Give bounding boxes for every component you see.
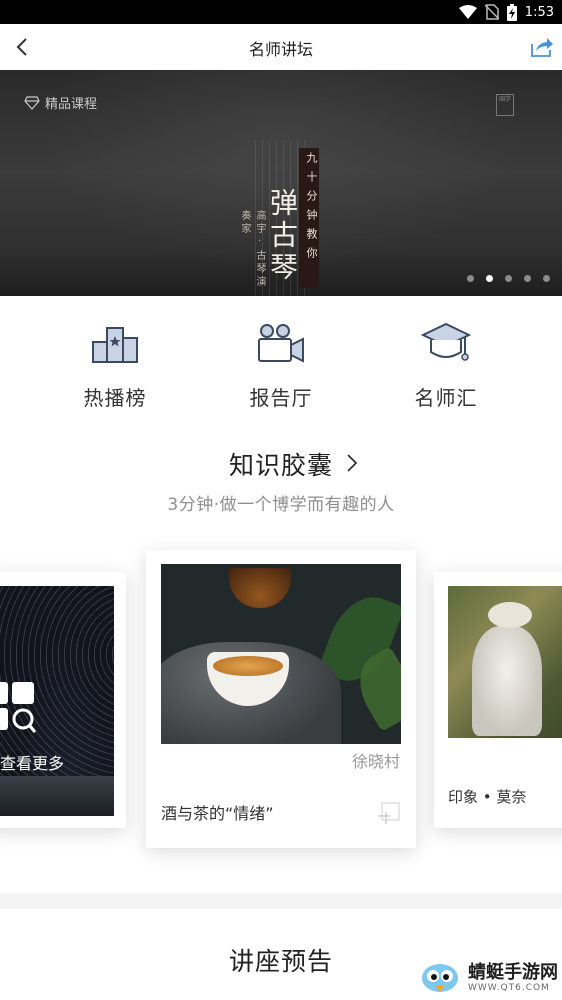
page-title: 名师讲坛 (248, 40, 313, 59)
share-button[interactable] (530, 36, 554, 58)
diamond-icon (24, 95, 40, 110)
status-icons: 1:53 (458, 3, 554, 21)
banner-presenter: 高宇·古琴演奏家 (239, 210, 265, 289)
entry-hot-list[interactable]: 热播榜 (55, 320, 175, 420)
banner-title: 弹古琴 (266, 188, 299, 284)
carousel-dot[interactable] (505, 275, 512, 282)
card-author: 徐晓村 (351, 752, 400, 771)
capsule-card-tea[interactable]: 徐晓村 酒与茶的“情绪” (146, 550, 416, 848)
dragonfly-mascot-icon (422, 964, 458, 992)
entry-hot-list-label: 热播榜 (83, 386, 147, 410)
status-bar: 1:53 (0, 0, 562, 24)
watermark-url: WWW.QT6.COM (468, 983, 550, 993)
nav-bar: 名师讲坛 (0, 24, 562, 70)
premium-badge-label: 精品课程 (45, 97, 98, 112)
carousel-dot[interactable] (543, 275, 550, 282)
section-title-knowledge[interactable]: 知识胶囊 (0, 446, 562, 482)
section-divider (0, 893, 562, 909)
entry-lecture-hall[interactable]: 报告厅 (221, 320, 341, 420)
card-title: 印象 • 莫奈 (448, 788, 527, 806)
watermark-name: 蜻蜓手游网 (468, 962, 558, 983)
quick-entries: 热播榜 报告厅 名师汇 (0, 320, 562, 420)
card-title: 酒与茶的“情绪” (161, 804, 274, 823)
wifi-icon (458, 5, 477, 19)
carousel-indicator (467, 275, 550, 282)
share-icon (531, 38, 553, 57)
entry-lecture-hall-label: 报告厅 (249, 386, 313, 410)
seal-logo: 国学 (496, 94, 514, 116)
grid-search-icon (0, 682, 37, 733)
banner-carousel[interactable]: 精品课程 国学 九十分钟教你 弹古琴 高宇·古琴演奏家 (0, 70, 562, 296)
carousel-dot-active[interactable] (486, 275, 493, 282)
expand-corner-icon (378, 802, 400, 824)
section-title-text: 知识胶囊 (228, 451, 333, 480)
section-subtitle: 3分钟·做一个博学而有趣的人 (167, 495, 395, 515)
tea-cup-image (161, 564, 401, 744)
carousel-dot[interactable] (524, 275, 531, 282)
carousel-dot[interactable] (467, 275, 474, 282)
battery-charging-icon (506, 3, 517, 21)
view-more-label: 查看更多 (0, 754, 65, 773)
premium-badge: 精品课程 (24, 93, 97, 112)
capsule-card-monet[interactable]: 印象 • 莫奈 (434, 572, 562, 828)
leaderboard-icon (92, 327, 138, 363)
entry-famous-teachers-label: 名师汇 (414, 386, 478, 410)
star-trail-image: 查看更多 (0, 586, 114, 816)
watermark: 蜻蜓手游网 WWW.QT6.COM (418, 960, 558, 996)
clock: 1:53 (524, 4, 554, 20)
graduation-cap-icon (421, 322, 471, 361)
banner-tagline: 九十分钟教你 (305, 152, 318, 266)
video-camera-icon (258, 324, 304, 363)
entry-famous-teachers[interactable]: 名师汇 (386, 320, 506, 420)
capsule-card-view-more[interactable]: 查看更多 (0, 572, 126, 828)
monet-painting-image (448, 586, 562, 738)
chevron-right-icon (347, 454, 358, 472)
no-sim-icon (484, 4, 499, 20)
